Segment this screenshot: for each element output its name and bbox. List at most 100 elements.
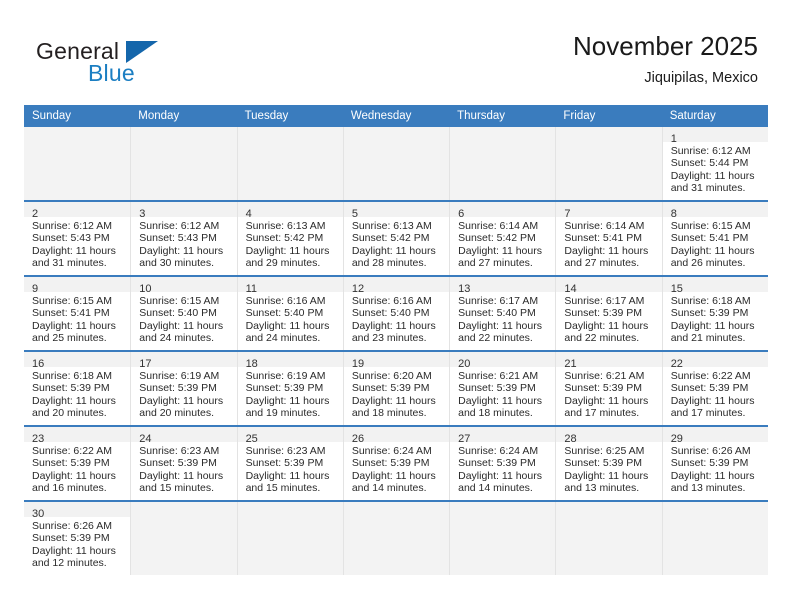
sunrise-text: Sunrise: 6:12 AM	[670, 145, 751, 157]
calendar-day-cell[interactable]: 29 Sunrise: 6:26 AM Sunset: 5:39 PM Dayligh…	[661, 427, 768, 500]
calendar-day-cell[interactable]: 19 Sunrise: 6:20 AM Sunset: 5:39 PM Dayligh…	[342, 352, 450, 425]
day-number: 3	[139, 208, 146, 220]
calendar-day-cell[interactable]: 25 Sunrise: 6:23 AM Sunset: 5:39 PM Dayligh…	[236, 427, 343, 500]
calendar-cell: 26 Sunrise: 6:24 AM Sunset: 5:39 PM Dayligh…	[342, 425, 450, 501]
calendar-week-row: 9 Sunrise: 6:15 AM Sunset: 5:41 PM Daylight…	[24, 275, 768, 351]
calendar-cell: 22 Sunrise: 6:22 AM Sunset: 5:39 PM Dayligh…	[661, 350, 768, 426]
calendar-day-cell[interactable]: 26 Sunrise: 6:24 AM Sunset: 5:39 PM Dayligh…	[342, 427, 450, 500]
calendar-day-cell-empty	[24, 127, 131, 200]
day-number: 6	[458, 208, 465, 220]
day-detail-body: Sunrise: 6:22 AM Sunset: 5:39 PM Daylight:…	[663, 367, 768, 420]
calendar-cell: 3 Sunrise: 6:12 AM Sunset: 5:43 PM Daylight…	[130, 200, 237, 276]
day-number-band: 2	[24, 202, 131, 220]
calendar-week-row: 23 Sunrise: 6:22 AM Sunset: 5:39 PM Dayligh…	[24, 425, 768, 501]
day-number: 21	[564, 358, 577, 370]
sunset-text: Sunset: 5:42 PM	[458, 232, 536, 245]
day-detail-body: Sunrise: 6:26 AM Sunset: 5:39 PM Daylight:…	[663, 442, 768, 495]
weekday-header-monday: Monday	[130, 105, 237, 127]
calendar-day-cell-empty	[449, 127, 556, 200]
calendar-day-cell[interactable]: 1 Sunrise: 6:12 AM Sunset: 5:44 PM Daylight…	[661, 127, 768, 200]
calendar-day-cell[interactable]: 13 Sunrise: 6:17 AM Sunset: 5:40 PM Dayligh…	[449, 277, 556, 350]
day-number: 18	[245, 358, 258, 370]
calendar-day-cell[interactable]: 8 Sunrise: 6:15 AM Sunset: 5:41 PM Daylight…	[661, 202, 768, 275]
calendar-day-cell[interactable]: 6 Sunrise: 6:14 AM Sunset: 5:42 PM Daylight…	[449, 202, 556, 275]
calendar-day-cell[interactable]: 28 Sunrise: 6:25 AM Sunset: 5:39 PM Dayligh…	[555, 427, 662, 500]
sunrise-text: Sunrise: 6:13 AM	[245, 220, 326, 232]
calendar-day-cell[interactable]: 11 Sunrise: 6:16 AM Sunset: 5:40 PM Dayligh…	[236, 277, 343, 350]
sunrise-text: Sunrise: 6:15 AM	[139, 295, 220, 307]
calendar-day-cell[interactable]: 21 Sunrise: 6:21 AM Sunset: 5:39 PM Dayligh…	[555, 352, 662, 425]
calendar-cell: 13 Sunrise: 6:17 AM Sunset: 5:40 PM Dayligh…	[449, 275, 556, 351]
calendar-day-cell[interactable]: 16 Sunrise: 6:18 AM Sunset: 5:39 PM Dayligh…	[24, 352, 131, 425]
calendar-day-cell[interactable]: 14 Sunrise: 6:17 AM Sunset: 5:39 PM Dayligh…	[555, 277, 662, 350]
day-number: 22	[670, 358, 683, 370]
calendar-cell	[236, 500, 343, 575]
calendar-day-cell[interactable]: 17 Sunrise: 6:19 AM Sunset: 5:39 PM Dayligh…	[130, 352, 237, 425]
calendar-cell: 24 Sunrise: 6:23 AM Sunset: 5:39 PM Dayligh…	[130, 425, 237, 501]
sunset-text: Sunset: 5:39 PM	[458, 457, 536, 470]
sunset-text: Sunset: 5:39 PM	[245, 382, 324, 395]
day-number-band: 6	[450, 202, 556, 220]
calendar-cell: 11 Sunrise: 6:16 AM Sunset: 5:40 PM Dayligh…	[236, 275, 343, 351]
calendar-cell: 19 Sunrise: 6:20 AM Sunset: 5:39 PM Dayligh…	[342, 350, 450, 426]
title-block: November 2025 Jiquipilas, Mexico	[573, 30, 758, 88]
day-number-band: 20	[450, 352, 556, 370]
calendar-day-cell[interactable]: 27 Sunrise: 6:24 AM Sunset: 5:39 PM Dayligh…	[449, 427, 556, 500]
weekday-header-friday: Friday	[555, 105, 662, 127]
day-number: 13	[458, 283, 471, 295]
calendar-day-cell[interactable]: 10 Sunrise: 6:15 AM Sunset: 5:40 PM Dayligh…	[130, 277, 237, 350]
day-detail-body: Sunrise: 6:17 AM Sunset: 5:40 PM Daylight:…	[450, 292, 555, 345]
day-number-band: 29	[662, 427, 768, 445]
sunrise-text: Sunrise: 6:14 AM	[564, 220, 645, 232]
daylight-text-line1: Daylight: 11 hours	[245, 244, 330, 257]
sunrise-text: Sunrise: 6:21 AM	[458, 370, 539, 382]
day-detail-body: Sunrise: 6:22 AM Sunset: 5:39 PM Daylight:…	[24, 442, 130, 495]
day-detail-body: Sunrise: 6:23 AM Sunset: 5:39 PM Daylight:…	[238, 442, 343, 495]
calendar-day-cell[interactable]: 5 Sunrise: 6:13 AM Sunset: 5:42 PM Daylight…	[342, 202, 450, 275]
day-number: 26	[351, 433, 365, 445]
daylight-text-line2: and 24 minutes.	[139, 332, 214, 345]
calendar-day-cell[interactable]: 12 Sunrise: 6:16 AM Sunset: 5:40 PM Dayligh…	[342, 277, 450, 350]
calendar-day-cell[interactable]: 3 Sunrise: 6:12 AM Sunset: 5:43 PM Daylight…	[130, 202, 237, 275]
calendar-day-cell[interactable]: 22 Sunrise: 6:22 AM Sunset: 5:39 PM Dayligh…	[661, 352, 768, 425]
calendar-day-cell[interactable]: 4 Sunrise: 6:13 AM Sunset: 5:42 PM Daylight…	[236, 202, 343, 275]
day-number-band: 25	[237, 427, 343, 445]
calendar-day-cell[interactable]: 20 Sunrise: 6:21 AM Sunset: 5:39 PM Dayligh…	[449, 352, 556, 425]
day-number: 1	[670, 133, 677, 145]
day-detail-body: Sunrise: 6:18 AM Sunset: 5:39 PM Daylight:…	[663, 292, 768, 345]
calendar-cell	[555, 500, 662, 575]
daylight-text-line2: and 20 minutes.	[32, 407, 107, 420]
sunrise-text: Sunrise: 6:13 AM	[351, 220, 432, 232]
sunset-text: Sunset: 5:39 PM	[564, 307, 643, 320]
calendar-day-cell[interactable]: 15 Sunrise: 6:18 AM Sunset: 5:39 PM Dayligh…	[661, 277, 768, 350]
calendar-cell: 17 Sunrise: 6:19 AM Sunset: 5:39 PM Dayligh…	[130, 350, 237, 426]
calendar-cell: 1 Sunrise: 6:12 AM Sunset: 5:44 PM Daylight…	[661, 127, 768, 201]
calendar-day-cell[interactable]: 7 Sunrise: 6:14 AM Sunset: 5:41 PM Daylight…	[555, 202, 662, 275]
calendar-day-cell[interactable]: 2 Sunrise: 6:12 AM Sunset: 5:43 PM Daylight…	[24, 202, 131, 275]
sunset-text: Sunset: 5:39 PM	[245, 457, 324, 470]
calendar-cell	[236, 127, 343, 201]
day-number: 11	[245, 283, 257, 295]
daylight-text-line1: Daylight: 11 hours	[458, 394, 542, 407]
day-number: 19	[351, 358, 365, 370]
sunset-text: Sunset: 5:43 PM	[32, 232, 110, 245]
daylight-text-line2: and 26 minutes.	[670, 257, 746, 270]
calendar-day-cell[interactable]: 18 Sunrise: 6:19 AM Sunset: 5:39 PM Dayligh…	[236, 352, 343, 425]
daylight-text-line1: Daylight: 11 hours	[670, 469, 755, 482]
sunset-text: Sunset: 5:41 PM	[564, 232, 643, 245]
calendar-day-cell[interactable]: 23 Sunrise: 6:22 AM Sunset: 5:39 PM Dayligh…	[24, 427, 131, 500]
daylight-text-line2: and 30 minutes.	[139, 257, 214, 270]
calendar-weekday-header: Sunday Monday Tuesday Wednesday Thursday…	[24, 105, 768, 127]
calendar-day-cell-empty	[130, 127, 237, 200]
calendar-day-cell[interactable]: 9 Sunrise: 6:15 AM Sunset: 5:41 PM Daylight…	[24, 277, 131, 350]
calendar-table: Sunday Monday Tuesday Wednesday Thursday…	[24, 105, 768, 575]
calendar-day-cell[interactable]: 30 Sunrise: 6:26 AM Sunset: 5:39 PM Dayligh…	[24, 502, 131, 575]
sunset-text: Sunset: 5:42 PM	[245, 232, 324, 245]
day-number-band: 17	[131, 352, 237, 370]
general-blue-logo[interactable]: General Blue	[36, 38, 216, 86]
day-number-band: 8	[662, 202, 768, 220]
calendar-cell	[449, 127, 556, 201]
sunrise-text: Sunrise: 6:12 AM	[139, 220, 220, 232]
calendar-day-cell[interactable]: 24 Sunrise: 6:23 AM Sunset: 5:39 PM Dayligh…	[130, 427, 237, 500]
sunrise-text: Sunrise: 6:14 AM	[458, 220, 539, 232]
